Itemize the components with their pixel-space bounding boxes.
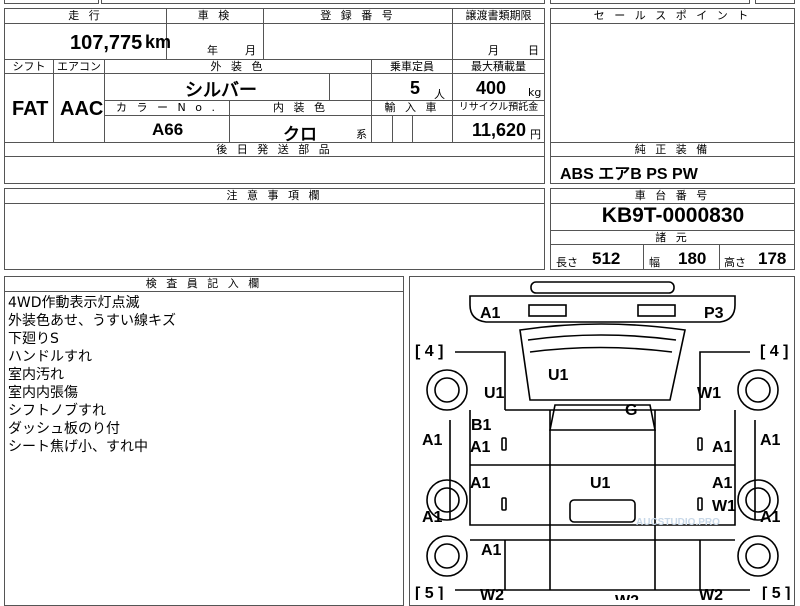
mark-left-front-door-a: A1: [470, 439, 491, 456]
mileage-header: 走 行: [5, 9, 166, 24]
interior-color-header: 内 装 色: [230, 101, 371, 116]
aircon-header: エアコン: [54, 60, 104, 74]
width-value: 180: [678, 249, 707, 268]
tire-label-fl: [ 4 ]: [415, 343, 443, 360]
mark-right-side-front: A1: [760, 432, 781, 449]
mileage-value: 107,775: [70, 32, 143, 54]
mark-left-fender: U1: [484, 385, 505, 402]
color-no-header: カ ラ ー N o .: [105, 101, 229, 116]
aircon-value: AAC: [60, 98, 104, 120]
watermark: AUCSTUDIO.PRO: [636, 517, 720, 528]
interior-color-suffix: 系: [356, 128, 367, 141]
mark-front-left: A1: [480, 305, 501, 322]
mark-left-side-front: A1: [422, 432, 443, 449]
recycle-fee-header: リサイクル預託金: [453, 101, 544, 116]
inspector-note: 4WD作動表示灯点滅: [8, 295, 140, 311]
mark-left-rear-door: A1: [470, 475, 491, 492]
inspector-note: シート焦げ小、すれ中: [8, 439, 148, 455]
top-fragment-mid: [101, 0, 545, 4]
length-value: 512: [592, 249, 621, 268]
inspector-note: シフトノブすれ: [8, 403, 106, 419]
mark-front-right: P3: [704, 305, 724, 322]
sales-point-panel: [550, 8, 795, 184]
mileage-unit: km: [145, 32, 172, 52]
transfer-month-label: 月: [488, 44, 499, 57]
inspector-notes: 4WD作動表示灯点滅 外装色あせ、うすい線キズ 下廻りS ハンドルすれ 室内汚れ…: [8, 294, 176, 456]
max-load-unit: kg: [528, 86, 542, 99]
color-no-value: A66: [152, 120, 184, 139]
equipment-header: 純 正 装 備: [551, 143, 794, 157]
recycle-fee-unit: 円: [530, 128, 541, 141]
transfer-deadline-header: 譲渡書類期限: [453, 9, 544, 24]
capacity-value: 5: [410, 78, 421, 98]
tire-label-rr: [ 5 ]: [762, 585, 790, 600]
mark-left-front-door-b: B1: [471, 417, 492, 434]
chassis-number: KB9T-0000830: [601, 204, 745, 227]
mark-hood: U1: [548, 367, 569, 384]
mark-right-fender: W1: [697, 385, 721, 402]
later-parts-header: 後 日 発 送 部 品: [5, 143, 544, 157]
inspector-note: 下廻りS: [8, 331, 59, 347]
top-fragment-right2: [755, 0, 795, 4]
inspector-note: 室内内張傷: [8, 385, 78, 401]
mark-rear-center: W2: [615, 593, 639, 600]
inspector-header: 検 査 員 記 入 欄: [5, 277, 403, 292]
width-label: 幅: [649, 256, 660, 269]
capacity-header: 乗車定員: [372, 60, 452, 74]
equipment-value: ABS エアB PS PW: [560, 166, 698, 183]
length-label: 長さ: [556, 256, 578, 269]
chassis-header: 車 台 番 号: [551, 189, 794, 204]
mark-right-front-door: A1: [712, 439, 733, 456]
shift-value: FAT: [12, 98, 49, 120]
exterior-color-header: 外 装 色: [105, 60, 371, 74]
mark-left-rear-quarter: A1: [481, 542, 502, 559]
car-diagram: [ 4 ] [ 4 ] [ 5 ] [ 5 ] A1 P3 U1 U1 W1 G…: [415, 281, 790, 600]
inspection-month-label: 月: [245, 44, 256, 57]
mark-rear-right: W2: [699, 587, 723, 600]
mark-cargo: U1: [590, 475, 611, 492]
mark-right-rear-door-w: W1: [712, 498, 736, 515]
dimensions-header: 諸 元: [551, 231, 794, 245]
height-label: 高さ: [724, 256, 746, 269]
max-load-value: 400: [476, 78, 507, 98]
inspector-note: ダッシュ板のり付: [8, 421, 120, 437]
tire-label-rl: [ 5 ]: [415, 585, 443, 600]
transfer-day-label: 日: [528, 44, 539, 57]
inspection-year-label: 年: [207, 44, 218, 57]
top-fragment-left: [4, 0, 99, 4]
shift-header: シフト: [5, 60, 53, 74]
height-value: 178: [758, 249, 787, 268]
tire-label-fr: [ 4 ]: [760, 343, 788, 360]
mark-right-side-rear: A1: [760, 509, 781, 526]
top-fragment-right: [550, 0, 750, 4]
mark-roof: G: [625, 402, 637, 419]
sales-point-header: セ ー ル ス ポ イ ン ト: [551, 9, 794, 24]
inspector-note: 室内汚れ: [8, 367, 64, 383]
mark-right-rear-door-a: A1: [712, 475, 733, 492]
exterior-color-value: シルバー: [185, 80, 257, 100]
inspector-note: ハンドルすれ: [8, 349, 92, 365]
import-car-header: 輸 入 車: [372, 101, 452, 116]
recycle-fee-value: 11,620: [472, 120, 527, 140]
caution-header: 注 意 事 項 欄: [5, 189, 544, 204]
mark-rear-left: W2: [480, 587, 504, 600]
registration-header: 登 録 番 号: [264, 9, 452, 24]
mark-left-side-rear: A1: [422, 509, 443, 526]
inspection-header: 車 検: [167, 9, 263, 24]
max-load-header: 最大積載量: [453, 60, 544, 74]
inspector-note: 外装色あせ、うすい線キズ: [8, 313, 176, 329]
